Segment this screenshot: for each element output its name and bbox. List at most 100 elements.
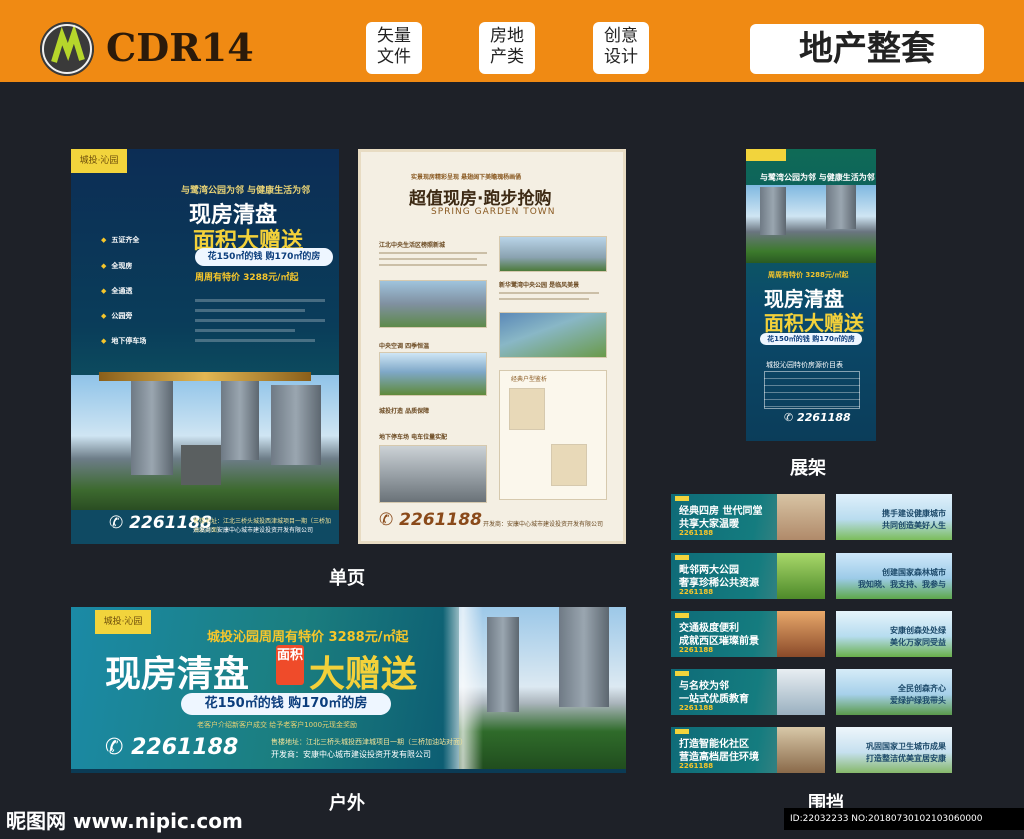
students-photo [777, 669, 825, 715]
tag-realestate: 房地 产类 [479, 22, 535, 74]
poster-single-page-2: 实景现房精彩呈现 悬翅阔下美瞻瑰杨画俑 超值现房·跑步抢购 SPRING GAR… [358, 149, 626, 544]
floorplan-image [509, 388, 545, 430]
price-line: 周周有特价 3288元/㎡起 [768, 271, 849, 279]
hoarding-phone: 2261188 [679, 646, 714, 654]
outdoor-subtitle: 城投沁园周周有特价 3288元/㎡起 [207, 630, 409, 645]
poster-headline: 超值现房·跑步抢购 [409, 189, 552, 209]
promo-pill: 花150㎡的钱 购170㎡的房 [195, 248, 333, 266]
phone-number: ✆ 2261188 [379, 510, 482, 530]
image-id: ID:22032233 NO:20180730102103060000 [784, 808, 1024, 830]
stand-subtitle: 与鹭湾公园为邻 与健康生活为邻 [760, 173, 875, 182]
section-photo [379, 445, 487, 503]
text-placeholder [195, 329, 295, 332]
hoarding-line-2: 共同创造美好人生 [882, 521, 946, 530]
outdoor-billboard: 城投·沁园 城投沁园周周有特价 3288元/㎡起 现房清盘 面积 大赠送 花15… [71, 607, 626, 773]
set-badge: 地产整套 [750, 24, 984, 74]
section-heading: 新华鹭湾中央公园 是临风美景 [499, 282, 580, 289]
hoarding-line-2: 营造高档居住环境 [679, 752, 759, 763]
outdoor-headline: 现房清盘 [105, 654, 250, 695]
floorplan-image [551, 444, 587, 486]
price-table-title: 城投沁园特价房源价目表 [766, 361, 843, 369]
public-hoarding-panel: 安康创森处处绿 美化万家同受益 [836, 611, 952, 657]
developer-text: 开发商：安康中心城市建设投资开发有限公司 [271, 750, 431, 759]
poster-top-line: 实景现房精彩呈现 悬翅阔下美瞻瑰杨画俑 [411, 174, 522, 181]
label-outdoor: 户外 [329, 793, 365, 814]
text-placeholder [195, 319, 325, 322]
section-photo [379, 280, 487, 328]
hoarding-phone: 2261188 [679, 588, 714, 596]
address-text: 售楼地址：江北三桥头城投西津城项目一期（三桥加油站对面） [271, 738, 467, 746]
hoarding-panel: 毗邻两大公园 奢享珍稀公共资源 2261188 [671, 553, 825, 599]
hoarding-line-1: 安康创森处处绿 [890, 626, 946, 635]
outdoor-headline-2: 大赠送 [309, 654, 418, 695]
watermark: 昵图网 www.nipic.com [6, 809, 243, 833]
building-photo [71, 375, 339, 510]
area-box: 面积 [276, 645, 304, 685]
label-single-page: 单页 [329, 568, 365, 589]
display-stand: 与鹭湾公园为邻 与健康生活为邻 周周有特价 3288元/㎡起 现房清盘 面积大赠… [746, 149, 876, 441]
text-placeholder [379, 264, 487, 266]
hoarding-line-2: 美化万家同受益 [890, 638, 946, 647]
city-photo [777, 611, 825, 657]
phone-number: ✆ 2261188 [105, 735, 239, 760]
hoarding-line-2: 共享大家温暖 [679, 519, 739, 530]
water-splash [443, 607, 483, 773]
page-title: CDR14 [106, 25, 254, 70]
developer-text: 开发商：安康中心城市建设投资开发有限公司 [483, 521, 604, 528]
developer-text: 开发商：安康中心城市建设投资开发有限公司 [193, 527, 314, 534]
text-placeholder [195, 309, 305, 312]
brand-badge: 城投·沁园 [71, 149, 127, 173]
phone-number: ✆ 2261188 [784, 411, 851, 424]
hoarding-line-2: 一站式优质教育 [679, 694, 749, 705]
hoarding-phone: 2261188 [679, 704, 714, 712]
tag-design: 创意 设计 [593, 22, 649, 74]
label-stand: 展架 [790, 458, 826, 479]
family-photo [777, 494, 825, 540]
floorplan-title: 经典户型鉴析 [511, 376, 548, 383]
public-hoarding-panel: 携手建设健康城市 共同创造美好人生 [836, 494, 952, 540]
hoarding-phone: 2261188 [679, 762, 714, 770]
tag-vector: 矢量 文件 [366, 22, 422, 74]
hoarding-line-2: 爱绿护绿我带头 [890, 696, 946, 705]
price-line: 周周有特价 3288元/㎡起 [195, 273, 299, 283]
bottom-bar [71, 769, 626, 773]
text-placeholder [499, 292, 599, 294]
hoarding-line-2: 打造整洁优美宜居安康 [866, 754, 946, 763]
stand-headline-2: 面积大赠送 [764, 311, 864, 335]
hoarding-panel: 与名校为邻 一站式优质教育 2261188 [671, 669, 825, 715]
section-heading: 江北中央生活区榜照新城 [379, 242, 446, 249]
promo-pill: 花150㎡的钱 购170㎡的房 [181, 693, 391, 715]
hoarding-line-2: 我知晓、我支持、我参与 [858, 580, 946, 589]
hoarding-panel: 打造智能化社区 营造高档居住环境 2261188 [671, 727, 825, 773]
text-placeholder [379, 258, 477, 260]
feature-item: 全通透 [101, 286, 132, 296]
public-hoarding-panel: 创建国家森林城市 我知晓、我支持、我参与 [836, 553, 952, 599]
poster-english: SPRING GARDEN TOWN [431, 207, 556, 217]
section-heading: 城投打造 品质保障 [379, 408, 430, 415]
gold-ribbon [99, 372, 311, 381]
hoarding-line-1: 巩固国家卫生城市成果 [866, 742, 946, 751]
public-hoarding-panel: 全民创森齐心 爱绿护绿我带头 [836, 669, 952, 715]
poster-single-page-1: 城投·沁园 与鹭湾公园为邻 与健康生活为邻 现房清盘 面积大赠送 花150㎡的钱… [71, 149, 339, 544]
section-photo [499, 312, 607, 358]
section-photo [379, 352, 487, 396]
hoarding-phone: 2261188 [679, 529, 714, 537]
interior-photo [777, 727, 825, 773]
poster-subtitle: 与鹭湾公园为邻 与健康生活为邻 [181, 186, 311, 196]
feature-item: 全现房 [101, 261, 132, 271]
text-placeholder [195, 339, 315, 342]
referral-note: 老客户介绍新客户成交 给予老客户1000元现金奖励 [197, 721, 358, 729]
phone-text: 2261188 [399, 510, 482, 530]
hoarding-line-1: 携手建设健康城市 [882, 509, 946, 518]
hoarding-panel: 交通极度便利 成就西区璀璨前景 2261188 [671, 611, 825, 657]
text-placeholder [379, 252, 487, 254]
park-photo [777, 553, 825, 599]
hoarding-line-2: 成就西区璀璨前景 [679, 636, 759, 647]
feature-item: 五证齐全 [101, 235, 139, 245]
hoarding-line-1: 全民创森齐心 [898, 684, 946, 693]
brand-badge: 城投·沁园 [95, 610, 151, 634]
building-photo [746, 185, 876, 263]
feature-item: 公园旁 [101, 311, 132, 321]
text-placeholder [195, 299, 325, 302]
brand-badge [746, 149, 786, 161]
